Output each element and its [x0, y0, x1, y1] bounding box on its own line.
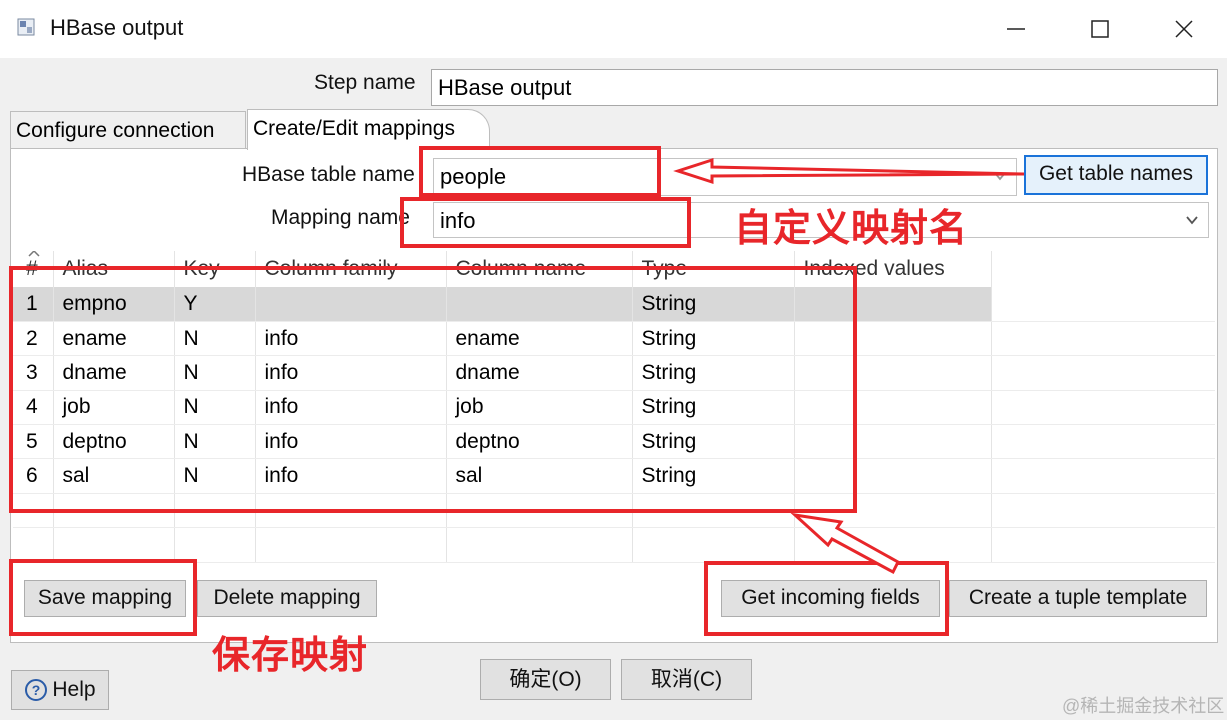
- annotation-save-mapping-text: 保存映射: [212, 635, 369, 677]
- annotation-arrows: [673, 157, 1025, 575]
- watermark: @稀土掘金技术社区: [1062, 696, 1225, 716]
- arrow-to-mapping-rows: [790, 512, 900, 575]
- annotation-mapping-name-text: 自定义映射名: [734, 208, 969, 250]
- arrow-to-table-name: [673, 157, 1025, 185]
